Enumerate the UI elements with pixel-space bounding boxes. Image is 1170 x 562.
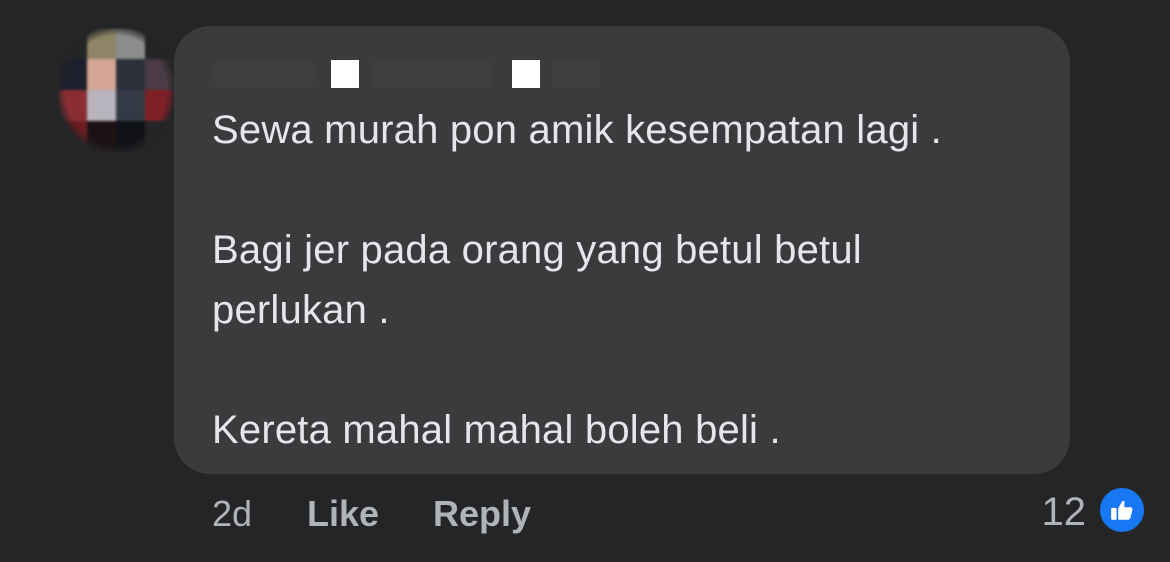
redacted-name-block xyxy=(372,60,492,88)
reaction-count[interactable]: 12 xyxy=(1042,490,1087,534)
avatar-pixel xyxy=(116,28,145,59)
avatar-pixel xyxy=(116,121,145,152)
comment-timestamp[interactable]: 2d xyxy=(212,494,252,534)
comment-text-line: Kereta mahal mahal boleh beli . xyxy=(212,408,781,452)
avatar-pixel xyxy=(58,59,87,90)
comment-text-line: perlukan . xyxy=(212,288,390,332)
redacted-name-square xyxy=(512,60,540,88)
redacted-name-square xyxy=(331,60,359,88)
reply-button[interactable]: Reply xyxy=(433,494,531,534)
avatar-pixel xyxy=(116,59,145,90)
thumbs-up-icon[interactable] xyxy=(1098,486,1146,534)
thumbs-up-glyph xyxy=(1111,500,1133,520)
avatar-pixel xyxy=(58,90,87,121)
avatar-pixel xyxy=(145,59,174,90)
avatar-pixel xyxy=(87,90,116,121)
avatar-pixel xyxy=(87,121,116,152)
comment-text-line: Sewa murah pon amik kesempatan lagi . xyxy=(212,108,942,152)
comment-text-line: Bagi jer pada orang yang betul betul xyxy=(212,228,862,272)
avatar-pixel xyxy=(145,121,174,152)
avatar-pixel xyxy=(58,28,87,59)
like-button[interactable]: Like xyxy=(307,494,379,534)
avatar[interactable] xyxy=(58,28,174,152)
avatar-pixel xyxy=(116,90,145,121)
redacted-name-block xyxy=(552,60,600,88)
avatar-pixel xyxy=(87,59,116,90)
redacted-name-block xyxy=(214,60,314,88)
avatar-pixel xyxy=(58,121,87,152)
avatar-pixel xyxy=(145,28,174,59)
avatar-pixel xyxy=(145,90,174,121)
avatar-pixel xyxy=(87,28,116,59)
